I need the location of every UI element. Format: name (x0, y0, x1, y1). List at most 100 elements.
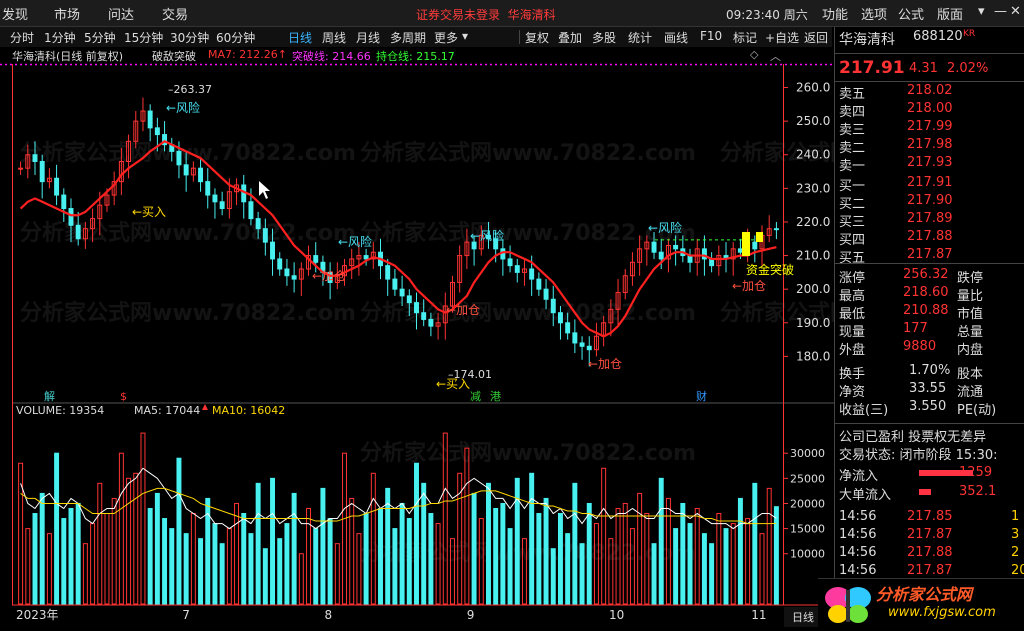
flow-value: 352.1 (959, 484, 997, 499)
volume-bar-down (212, 523, 218, 605)
candle-down (255, 218, 261, 230)
last-price: 217.91 (839, 58, 905, 78)
quote-row: 14:56 217.88 2 (839, 545, 1020, 563)
menu-options[interactable]: 选项 (861, 4, 887, 23)
signal-annotation: ←加仓 (312, 269, 346, 283)
price-tick-label: 250.0 (796, 114, 830, 128)
candle-down (557, 312, 563, 324)
price-tick-label: 260.0 (796, 81, 830, 95)
candle-down (421, 312, 427, 320)
candle-down (514, 265, 520, 273)
quote-row: 外盘 9880 内盘 (839, 339, 1020, 358)
volume-bar-down (701, 533, 707, 605)
volume-bar-down (493, 507, 499, 605)
time-axis-label: 8 (325, 608, 333, 622)
ask-price: 218.02 (907, 83, 953, 98)
candle-down (154, 127, 160, 136)
bid-price: 217.91 (907, 175, 953, 190)
dropdown-icon[interactable]: ▾ (978, 4, 985, 19)
volume-bar-up (133, 472, 139, 605)
candle-down (313, 255, 319, 263)
high-price-label: –263.37 (168, 83, 212, 96)
volume-bar-up (759, 533, 765, 605)
watermark-text: 分析家公式网www.70822.com (360, 140, 696, 166)
volume-bar-up (464, 447, 470, 605)
vol-ma5-label: MA5: 17044 (134, 404, 200, 417)
volume-label: VOLUME: 19354 (16, 404, 104, 417)
candle-down (536, 278, 542, 290)
candle-down (212, 194, 218, 203)
candle-down (471, 241, 477, 250)
flow-label: 净流入 (839, 469, 879, 484)
price-row: 217.91 4.31 2.02% (839, 58, 1020, 80)
price-tick-label: 210.0 (796, 249, 830, 263)
candle-down (414, 302, 419, 314)
menu-formula[interactable]: 公式 (898, 4, 924, 23)
volume-bar-down (428, 513, 434, 605)
close-icon[interactable]: ✕ (1010, 4, 1021, 19)
watermark-text: 分析家公式网www.70822.com (20, 300, 356, 326)
volume-bar-down (183, 533, 189, 605)
volume-bar-down (284, 523, 290, 605)
volume-bar-down (363, 513, 369, 605)
volume-bar-down (270, 477, 276, 605)
kline-chart[interactable]: 分析家公式网www.70822.com 分析家公式网www.70822.com 分析… (0, 0, 834, 631)
volume-bar-down (507, 528, 513, 605)
volume-bar-down (162, 518, 168, 605)
butterfly-logo-icon (825, 587, 871, 623)
signal-annotation: ←加仓 (732, 279, 766, 293)
candle-down (39, 160, 45, 183)
trading-status: 交易状态: 闭市阶段 15:30: (839, 448, 998, 463)
volume-bar-up (342, 452, 347, 605)
quote-row: 买四 217.88 (839, 229, 1020, 248)
minimize-icon[interactable]: — (994, 4, 1007, 19)
quote-row: 卖一 217.93 (839, 155, 1020, 174)
ask-label: 卖二 (839, 141, 866, 156)
price-tick-label: 230.0 (796, 181, 830, 195)
quote-row: 买一 217.91 (839, 175, 1020, 194)
volume-bar-down (687, 523, 693, 605)
volume-bar-down (32, 513, 38, 605)
price-tick-label: 200.0 (796, 282, 830, 296)
volume-bar-up (104, 513, 110, 605)
candle-down (406, 295, 412, 304)
ask-price: 218.00 (907, 101, 953, 116)
fund-breakout-box (742, 232, 750, 256)
candle-down (284, 268, 290, 277)
volume-bar-down (327, 518, 333, 605)
volume-bar-down (414, 462, 419, 605)
signal-annotation: ←风险 (648, 220, 682, 235)
divider (835, 263, 1024, 264)
volume-bar-down (169, 528, 175, 605)
menu-layout[interactable]: 版面 (937, 4, 963, 23)
quote-panel: 华海清科 688120 KR 217.91 4.31 2.02% 卖五 218.0… (834, 27, 1024, 631)
candle-down (54, 177, 60, 196)
volume-bar-up (716, 513, 722, 605)
event-mark: 解 (44, 389, 55, 403)
volume-bar-down (543, 497, 549, 605)
time-axis-label: 11 (751, 608, 766, 622)
candle-down (586, 345, 592, 351)
tick-price: 217.87 (907, 563, 953, 578)
volume-bar-down (154, 492, 160, 605)
bid-price: 217.87 (907, 247, 953, 262)
candle-down (198, 167, 204, 183)
tick-volume: 20 (1011, 563, 1024, 578)
quote-row: 买三 217.89 (839, 211, 1020, 230)
volume-bar-up (730, 523, 736, 605)
volume-bar-up (97, 482, 103, 605)
flow-bar (919, 470, 973, 476)
quote-row: 净资 33.55 流通 (839, 381, 1020, 400)
quote-row: 现量 177 总量 (839, 321, 1020, 340)
volume-bar-up (82, 543, 88, 605)
volume-bar-down (565, 533, 571, 605)
ask-label: 卖四 (839, 105, 866, 120)
flow-bar (919, 489, 931, 495)
volume-bar-up (349, 497, 355, 605)
stat-label: 量比 (957, 289, 984, 304)
volume-bar-down (392, 528, 398, 605)
candle-down (752, 241, 758, 250)
stat-value: 218.60 (903, 285, 949, 300)
volume-bar-down (68, 507, 74, 605)
volume-bar-up (306, 507, 312, 605)
